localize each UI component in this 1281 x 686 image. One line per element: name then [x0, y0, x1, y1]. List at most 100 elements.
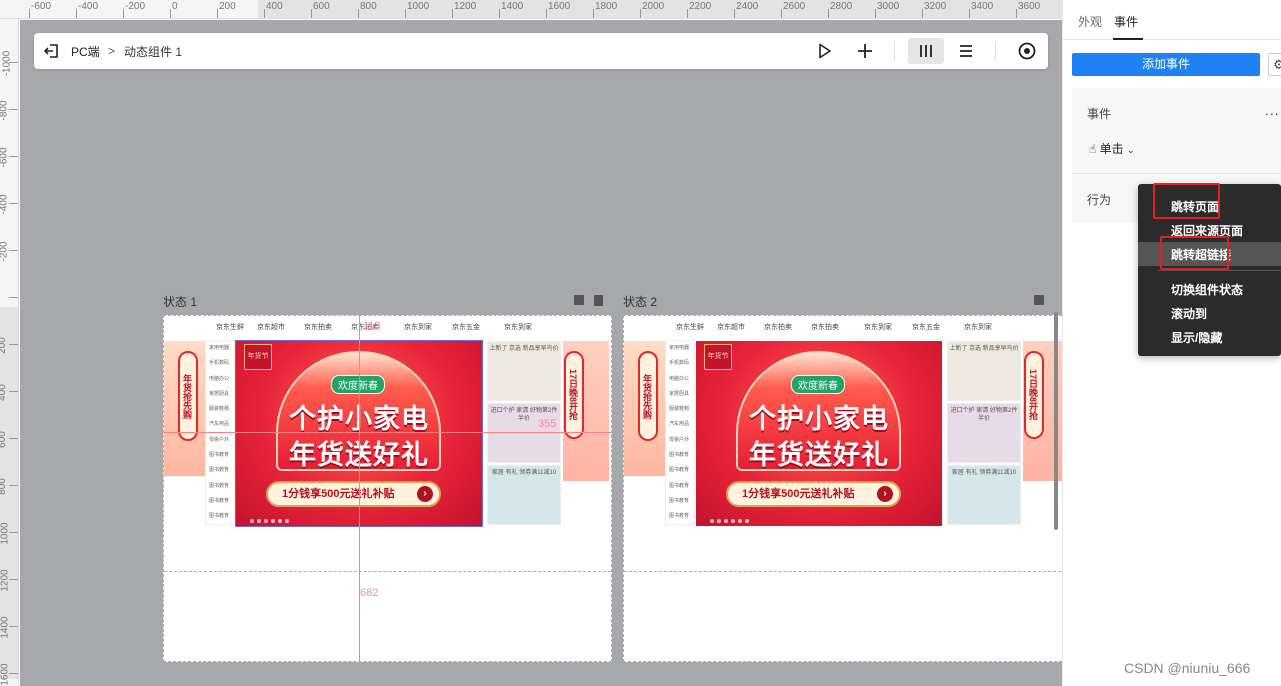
banner-cta-button[interactable]: 1分钱享500元送礼补贴 › — [266, 481, 441, 507]
carousel-dot[interactable] — [257, 519, 261, 523]
canvas-scrollbar[interactable] — [1054, 312, 1058, 530]
category-menu-item[interactable]: 图书教育 — [206, 494, 234, 509]
carousel-dot[interactable] — [738, 519, 742, 523]
ruler-tick-label: 1600 — [0, 663, 11, 686]
category-menu-item[interactable]: 图书教育 — [666, 463, 694, 478]
ruler-tick-label: 0 — [172, 1, 178, 12]
category-menu-item[interactable]: 电脑办公 — [206, 372, 234, 387]
category-menu-item[interactable]: 图书教育 — [206, 509, 234, 524]
ruler-tick-label: 200 — [219, 1, 236, 12]
promo-banner[interactable]: 年货节 欢度新春 个护小家电 年货送好礼 1分钱享500元送礼补贴 › — [696, 341, 942, 526]
carousel-dots[interactable] — [250, 519, 289, 523]
state-1-frame[interactable]: 京东生鲜 京东超市 京东拍卖 京东拍卖 京东到家 京东五金 京东到家 年货抢先购 家用电器 手机数… — [163, 315, 612, 662]
breadcrumb-root[interactable]: PC端 — [71, 33, 100, 69]
category-menu-item[interactable]: 图书教育 — [666, 448, 694, 463]
trash-icon[interactable] — [594, 295, 603, 306]
carousel-dot[interactable] — [745, 519, 749, 523]
side-promo-text: 家居 有礼 领券满11减10 — [491, 470, 557, 476]
side-promo-card[interactable]: 家居 有礼 领券满11减10 — [487, 465, 561, 525]
carousel-dot[interactable] — [271, 519, 275, 523]
tab-appearance[interactable]: 外观 — [1078, 13, 1102, 30]
category-menu-item[interactable]: 汽车用品 — [206, 417, 234, 432]
target-icon[interactable] — [1018, 33, 1036, 69]
nav-link[interactable]: 京东拍卖 — [764, 322, 792, 332]
category-menu-item[interactable]: 手机数码 — [666, 356, 694, 371]
copy-icon[interactable] — [1034, 295, 1044, 305]
play-icon[interactable] — [818, 33, 832, 69]
ruler-tick — [311, 9, 312, 18]
category-menu-item[interactable]: 电脑办公 — [666, 372, 694, 387]
nav-link[interactable]: 京东拍卖 — [304, 322, 332, 332]
category-menu-item[interactable]: 图书教育 — [206, 479, 234, 494]
carousel-dot[interactable] — [278, 519, 282, 523]
category-menu-item[interactable]: 母婴户外 — [206, 433, 234, 448]
rows-icon[interactable] — [959, 33, 973, 69]
carousel-dot[interactable] — [264, 519, 268, 523]
menu-item-show-hide[interactable]: 显示/隐藏 — [1171, 329, 1222, 346]
carousel-dot[interactable] — [724, 519, 728, 523]
ruler-tick-label: 3400 — [971, 1, 994, 12]
side-promo-card[interactable]: 家居 有礼 领券满11减10 — [947, 465, 1021, 525]
nav-link[interactable]: 京东超市 — [257, 322, 285, 332]
carousel-dots[interactable] — [710, 519, 749, 523]
ruler-tick — [9, 344, 18, 345]
nav-link[interactable]: 京东拍卖 — [811, 322, 839, 332]
design-canvas[interactable]: PC端 > 动态组件 1 状态 1 京东生鲜 京东超市 京东拍卖 京东拍卖 京东到家 京东… — [20, 20, 1062, 686]
nav-link[interactable]: 京东五金 — [912, 322, 940, 332]
nav-link[interactable]: 京东五金 — [452, 322, 480, 332]
columns-icon[interactable] — [919, 33, 933, 69]
carousel-dot[interactable] — [731, 519, 735, 523]
measure-guide-horizontal — [163, 432, 612, 433]
trigger-select[interactable]: ☝ 单击 ⌄ — [1089, 140, 1135, 157]
banner-cta-button[interactable]: 1分钱享500元送礼补贴 › — [726, 481, 901, 507]
category-menu-item[interactable]: 图书教育 — [666, 494, 694, 509]
side-promo-card[interactable]: 上新了 京选 新品享早鸟价 — [947, 341, 1021, 401]
category-menu-item[interactable]: 图书教育 — [206, 448, 234, 463]
plus-icon[interactable] — [858, 33, 872, 69]
more-options-button[interactable]: ... — [1265, 102, 1280, 118]
nav-link[interactable]: 京东到家 — [504, 322, 532, 332]
toolbar-divider — [894, 42, 895, 60]
breadcrumb-current[interactable]: 动态组件 1 — [124, 33, 182, 69]
carousel-dot[interactable] — [285, 519, 289, 523]
ruler-tick — [499, 9, 500, 18]
carousel-dot[interactable] — [717, 519, 721, 523]
category-menu-item[interactable]: 家居厨具 — [666, 387, 694, 402]
carousel-dot[interactable] — [250, 519, 254, 523]
top-nav: 京东生鲜 京东超市 京东拍卖 京东拍卖 京东到家 京东五金 京东到家 — [624, 322, 1062, 338]
ruler-tick-label: 400 — [0, 384, 8, 401]
category-menu-item[interactable]: 服装鞋帽 — [206, 402, 234, 417]
category-menu-item[interactable]: 手机数码 — [206, 356, 234, 371]
category-menu-item[interactable]: 图书教育 — [206, 463, 234, 478]
copy-icon[interactable] — [574, 295, 584, 305]
side-promo-card[interactable]: 进口个护 家清 好物第2件半价 — [487, 403, 561, 463]
side-promo-card[interactable]: 上新了 京选 新品享早鸟价 — [487, 341, 561, 401]
category-menu-item[interactable]: 图书教育 — [666, 479, 694, 494]
nav-link[interactable]: 京东到家 — [964, 322, 992, 332]
category-menu-item[interactable]: 图书教育 — [666, 509, 694, 524]
carousel-dot[interactable] — [710, 519, 714, 523]
nav-link[interactable]: 京东到家 — [864, 322, 892, 332]
category-menu-item[interactable]: 母婴户外 — [666, 433, 694, 448]
ruler-tick-label: 3200 — [924, 1, 947, 12]
nav-link[interactable]: 京东到家 — [404, 322, 432, 332]
ruler-tick — [9, 438, 18, 439]
category-menu-item[interactable]: 家用电器 — [206, 341, 234, 356]
menu-item-switch-state[interactable]: 切换组件状态 — [1171, 281, 1243, 298]
category-menu-item[interactable]: 服装鞋帽 — [666, 402, 694, 417]
add-event-button[interactable]: 添加事件 — [1072, 53, 1260, 76]
category-menu-item[interactable]: 汽车用品 — [666, 417, 694, 432]
ruler-tick — [358, 9, 359, 18]
active-tab-indicator — [1113, 38, 1143, 40]
tab-events[interactable]: 事件 — [1114, 13, 1138, 30]
nav-link[interactable]: 京东生鲜 — [216, 322, 244, 332]
menu-item-scroll-to[interactable]: 滚动到 — [1171, 305, 1207, 322]
category-menu-item[interactable]: 家居厨具 — [206, 387, 234, 402]
category-menu-item[interactable]: 家用电器 — [666, 341, 694, 356]
side-promo-card[interactable]: 进口个护 家清 好物第2件半价 — [947, 403, 1021, 463]
nav-link[interactable]: 京东生鲜 — [676, 322, 704, 332]
nav-link[interactable]: 京东超市 — [717, 322, 745, 332]
state-2-frame[interactable]: 京东生鲜 京东超市 京东拍卖 京东拍卖 京东到家 京东五金 京东到家 年货抢先购 家用电器 手机数… — [623, 315, 1062, 662]
gear-icon[interactable]: ⚙ — [1268, 53, 1281, 76]
exit-icon[interactable] — [44, 33, 60, 69]
